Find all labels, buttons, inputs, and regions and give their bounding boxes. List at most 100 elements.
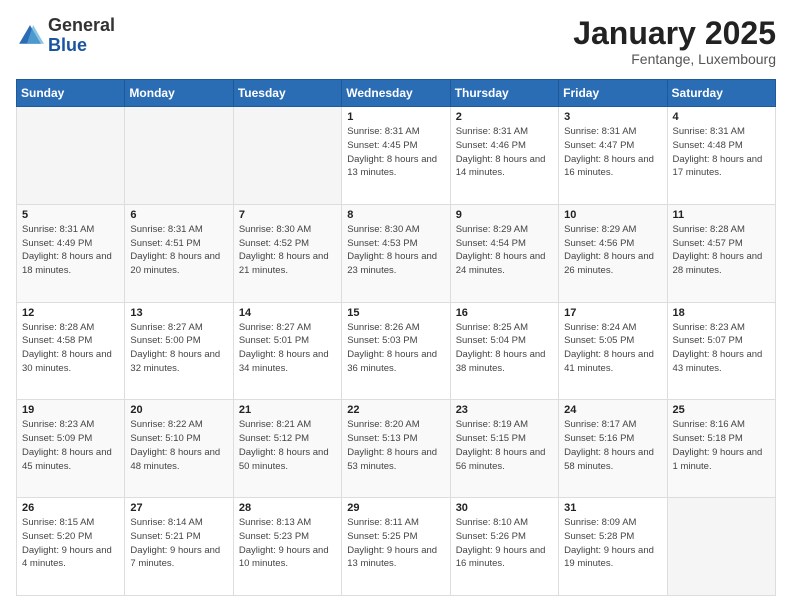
day-number: 6 [130, 209, 227, 221]
day-info: Sunrise: 8:29 AM Sunset: 4:56 PM Dayligh… [564, 223, 661, 278]
calendar-cell: 3 Sunrise: 8:31 AM Sunset: 4:47 PM Daylig… [559, 107, 667, 205]
calendar-cell: 14Sunrise: 8:27 AM Sunset: 5:01 PM Dayli… [233, 302, 341, 400]
week-row-2: 5 Sunrise: 8:31 AM Sunset: 4:49 PM Daylig… [17, 204, 776, 302]
day-number: 4 [673, 111, 770, 123]
day-info: Sunrise: 8:30 AM Sunset: 4:52 PM Dayligh… [239, 223, 336, 278]
day-number: 11 [673, 209, 770, 221]
day-number: 9 [456, 209, 553, 221]
day-info: Sunrise: 8:23 AM Sunset: 5:07 PM Dayligh… [673, 321, 770, 376]
day-number: 12 [22, 307, 119, 319]
calendar-cell: 4 Sunrise: 8:31 AM Sunset: 4:48 PM Daylig… [667, 107, 775, 205]
day-info: Sunrise: 8:20 AM Sunset: 5:13 PM Dayligh… [347, 418, 444, 473]
calendar-cell: 11Sunrise: 8:28 AM Sunset: 4:57 PM Dayli… [667, 204, 775, 302]
calendar-title: January 2025 [573, 16, 776, 51]
day-info: Sunrise: 8:28 AM Sunset: 4:58 PM Dayligh… [22, 321, 119, 376]
day-number: 25 [673, 404, 770, 416]
day-number: 1 [347, 111, 444, 123]
day-info: Sunrise: 8:26 AM Sunset: 5:03 PM Dayligh… [347, 321, 444, 376]
calendar-cell [667, 498, 775, 596]
day-info: Sunrise: 8:17 AM Sunset: 5:16 PM Dayligh… [564, 418, 661, 473]
day-number: 19 [22, 404, 119, 416]
calendar-cell: 20 Sunrise: 8:22 AM Sunset: 5:10 PM Dayli… [125, 400, 233, 498]
day-number: 7 [239, 209, 336, 221]
calendar-cell: 26 Sunrise: 8:15 AM Sunset: 5:20 PM Dayli… [17, 498, 125, 596]
day-info: Sunrise: 8:11 AM Sunset: 5:25 PM Dayligh… [347, 516, 444, 571]
day-number: 22 [347, 404, 444, 416]
header: General Blue January 2025 Fentange, Luxe… [16, 16, 776, 67]
day-info: Sunrise: 8:31 AM Sunset: 4:51 PM Dayligh… [130, 223, 227, 278]
calendar-cell: 30 Sunrise: 8:10 AM Sunset: 5:26 PM Dayli… [450, 498, 558, 596]
calendar-header-row: SundayMondayTuesdayWednesdayThursdayFrid… [17, 80, 776, 107]
day-number: 30 [456, 502, 553, 514]
calendar-table: SundayMondayTuesdayWednesdayThursdayFrid… [16, 79, 776, 596]
day-info: Sunrise: 8:31 AM Sunset: 4:45 PM Dayligh… [347, 125, 444, 180]
day-number: 18 [673, 307, 770, 319]
calendar-cell: 10 Sunrise: 8:29 AM Sunset: 4:56 PM Dayli… [559, 204, 667, 302]
week-row-4: 19Sunrise: 8:23 AM Sunset: 5:09 PM Dayli… [17, 400, 776, 498]
day-header-monday: Monday [125, 80, 233, 107]
day-number: 16 [456, 307, 553, 319]
day-number: 13 [130, 307, 227, 319]
day-number: 5 [22, 209, 119, 221]
title-block: January 2025 Fentange, Luxembourg [573, 16, 776, 67]
day-info: Sunrise: 8:25 AM Sunset: 5:04 PM Dayligh… [456, 321, 553, 376]
day-number: 21 [239, 404, 336, 416]
calendar-cell: 29 Sunrise: 8:11 AM Sunset: 5:25 PM Dayli… [342, 498, 450, 596]
week-row-5: 26 Sunrise: 8:15 AM Sunset: 5:20 PM Dayli… [17, 498, 776, 596]
day-number: 31 [564, 502, 661, 514]
logo: General Blue [16, 16, 115, 56]
logo-text: General Blue [48, 16, 115, 56]
week-row-1: 1 Sunrise: 8:31 AM Sunset: 4:45 PM Daylig… [17, 107, 776, 205]
calendar-subtitle: Fentange, Luxembourg [573, 51, 776, 67]
calendar-cell [125, 107, 233, 205]
day-info: Sunrise: 8:16 AM Sunset: 5:18 PM Dayligh… [673, 418, 770, 473]
day-header-tuesday: Tuesday [233, 80, 341, 107]
calendar-cell [17, 107, 125, 205]
day-info: Sunrise: 8:30 AM Sunset: 4:53 PM Dayligh… [347, 223, 444, 278]
day-header-sunday: Sunday [17, 80, 125, 107]
day-info: Sunrise: 8:22 AM Sunset: 5:10 PM Dayligh… [130, 418, 227, 473]
day-number: 26 [22, 502, 119, 514]
day-info: Sunrise: 8:14 AM Sunset: 5:21 PM Dayligh… [130, 516, 227, 571]
calendar-cell: 9 Sunrise: 8:29 AM Sunset: 4:54 PM Daylig… [450, 204, 558, 302]
day-info: Sunrise: 8:27 AM Sunset: 5:01 PM Dayligh… [239, 321, 336, 376]
day-number: 8 [347, 209, 444, 221]
day-number: 10 [564, 209, 661, 221]
logo-blue: Blue [48, 35, 87, 55]
week-row-3: 12 Sunrise: 8:28 AM Sunset: 4:58 PM Dayli… [17, 302, 776, 400]
logo-general: General [48, 15, 115, 35]
day-number: 20 [130, 404, 227, 416]
calendar-cell: 17Sunrise: 8:24 AM Sunset: 5:05 PM Dayli… [559, 302, 667, 400]
calendar-cell: 12 Sunrise: 8:28 AM Sunset: 4:58 PM Dayli… [17, 302, 125, 400]
day-number: 2 [456, 111, 553, 123]
day-number: 24 [564, 404, 661, 416]
day-info: Sunrise: 8:31 AM Sunset: 4:48 PM Dayligh… [673, 125, 770, 180]
day-number: 28 [239, 502, 336, 514]
calendar-cell: 18 Sunrise: 8:23 AM Sunset: 5:07 PM Dayli… [667, 302, 775, 400]
day-info: Sunrise: 8:15 AM Sunset: 5:20 PM Dayligh… [22, 516, 119, 571]
day-info: Sunrise: 8:31 AM Sunset: 4:47 PM Dayligh… [564, 125, 661, 180]
day-info: Sunrise: 8:21 AM Sunset: 5:12 PM Dayligh… [239, 418, 336, 473]
day-header-friday: Friday [559, 80, 667, 107]
calendar-cell: 28Sunrise: 8:13 AM Sunset: 5:23 PM Dayli… [233, 498, 341, 596]
calendar-cell: 19Sunrise: 8:23 AM Sunset: 5:09 PM Dayli… [17, 400, 125, 498]
calendar-cell: 22 Sunrise: 8:20 AM Sunset: 5:13 PM Dayli… [342, 400, 450, 498]
day-info: Sunrise: 8:09 AM Sunset: 5:28 PM Dayligh… [564, 516, 661, 571]
day-number: 3 [564, 111, 661, 123]
day-info: Sunrise: 8:29 AM Sunset: 4:54 PM Dayligh… [456, 223, 553, 278]
logo-icon [16, 22, 44, 50]
calendar-cell: 5 Sunrise: 8:31 AM Sunset: 4:49 PM Daylig… [17, 204, 125, 302]
calendar-cell: 27 Sunrise: 8:14 AM Sunset: 5:21 PM Dayli… [125, 498, 233, 596]
calendar-cell: 21 Sunrise: 8:21 AM Sunset: 5:12 PM Dayli… [233, 400, 341, 498]
day-number: 27 [130, 502, 227, 514]
day-number: 29 [347, 502, 444, 514]
calendar-cell: 16 Sunrise: 8:25 AM Sunset: 5:04 PM Dayli… [450, 302, 558, 400]
day-info: Sunrise: 8:10 AM Sunset: 5:26 PM Dayligh… [456, 516, 553, 571]
calendar-cell: 31 Sunrise: 8:09 AM Sunset: 5:28 PM Dayli… [559, 498, 667, 596]
calendar-cell: 15Sunrise: 8:26 AM Sunset: 5:03 PM Dayli… [342, 302, 450, 400]
day-info: Sunrise: 8:27 AM Sunset: 5:00 PM Dayligh… [130, 321, 227, 376]
day-info: Sunrise: 8:31 AM Sunset: 4:49 PM Dayligh… [22, 223, 119, 278]
calendar-cell: 24 Sunrise: 8:17 AM Sunset: 5:16 PM Dayli… [559, 400, 667, 498]
calendar-cell: 1 Sunrise: 8:31 AM Sunset: 4:45 PM Daylig… [342, 107, 450, 205]
day-header-wednesday: Wednesday [342, 80, 450, 107]
